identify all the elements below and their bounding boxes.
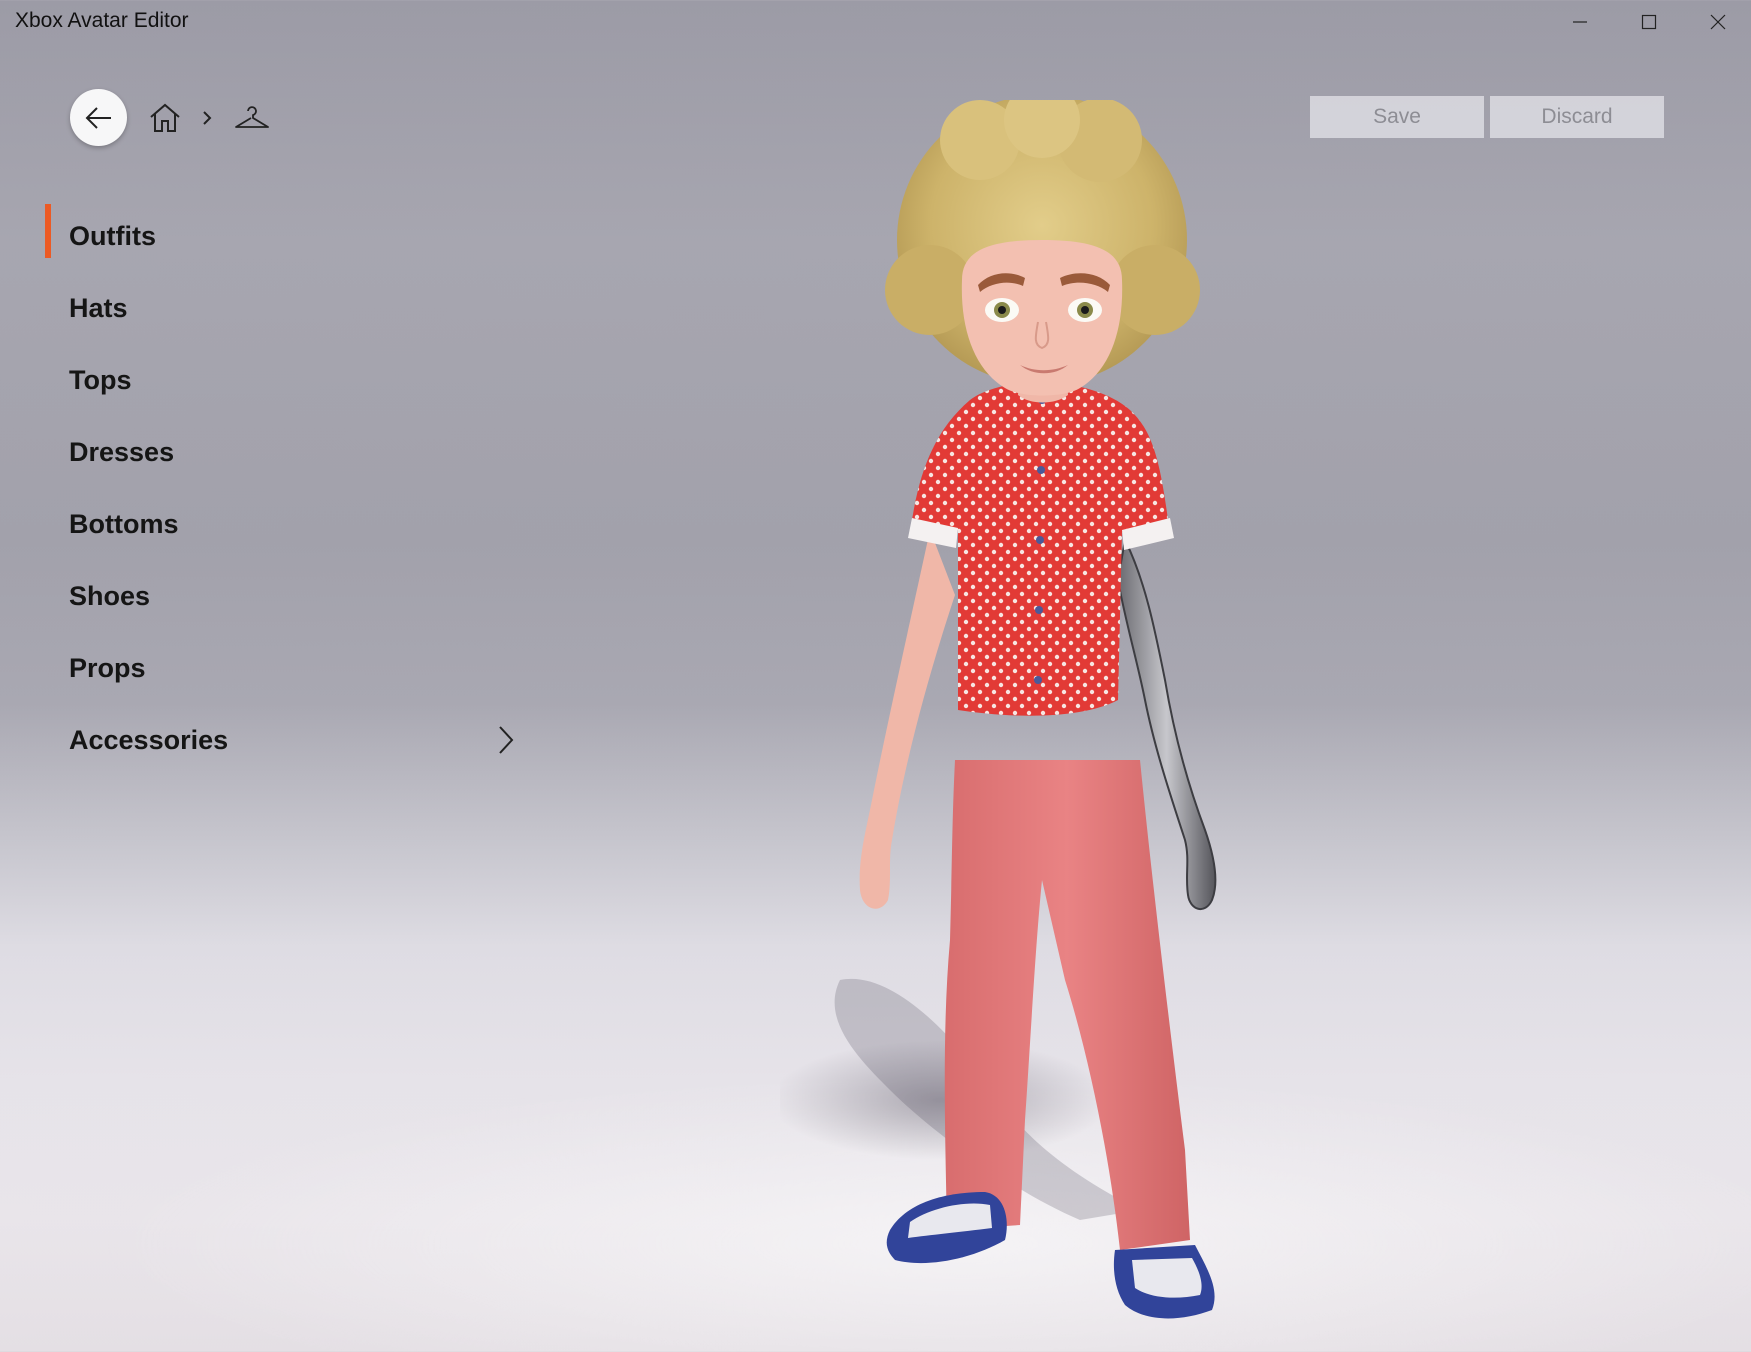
chevron-right-icon [499, 726, 514, 754]
menu-item-label: Accessories [69, 724, 229, 755]
menu-item-label: Outfits [69, 220, 156, 251]
menu-item-label: Hats [69, 292, 128, 323]
menu-item-bottoms[interactable]: Bottoms [45, 488, 525, 560]
menu-item-outfits[interactable]: Outfits [45, 200, 525, 272]
menu-item-label: Bottoms [69, 508, 179, 539]
chevron-right-icon [203, 111, 212, 125]
breadcrumb-closet[interactable] [232, 101, 272, 135]
app-title: Xbox Avatar Editor [15, 9, 189, 32]
avatar-arm-left [859, 530, 955, 909]
menu-item-hats[interactable]: Hats [45, 272, 525, 344]
close-icon [1710, 14, 1726, 30]
menu-item-label: Tops [69, 364, 132, 395]
menu-item-tops[interactable]: Tops [45, 344, 525, 416]
home-icon [150, 103, 180, 132]
avatar-pupil-left [998, 306, 1006, 314]
avatar-pupil-right [1081, 306, 1089, 314]
maximize-button[interactable] [1614, 0, 1684, 44]
category-menu: Outfits Hats Tops Dresses Bottoms Shoes … [45, 200, 525, 776]
discard-button[interactable]: Discard [1490, 96, 1664, 138]
breadcrumb-home[interactable] [148, 101, 182, 135]
avatar-figure [780, 100, 1217, 1319]
close-button[interactable] [1683, 0, 1751, 44]
avatar-shoe-right-toe [1132, 1258, 1202, 1298]
avatar-preview[interactable] [780, 100, 1420, 1340]
maximize-icon [1641, 14, 1657, 30]
menu-item-label: Dresses [69, 436, 175, 467]
menu-item-dresses[interactable]: Dresses [45, 416, 525, 488]
arrow-left-icon [85, 106, 111, 129]
menu-item-props[interactable]: Props [45, 632, 525, 704]
minimize-button[interactable] [1545, 0, 1615, 44]
hanger-icon [235, 106, 269, 128]
menu-item-shoes[interactable]: Shoes [45, 560, 525, 632]
menu-item-label: Shoes [69, 580, 151, 611]
minimize-icon [1573, 21, 1587, 23]
breadcrumb [148, 96, 272, 140]
menu-item-label: Props [69, 652, 146, 683]
title-bar: Xbox Avatar Editor [0, 0, 1751, 44]
breadcrumb-separator [194, 110, 220, 126]
back-button[interactable] [70, 89, 127, 146]
menu-item-accessories[interactable]: Accessories [45, 704, 525, 776]
